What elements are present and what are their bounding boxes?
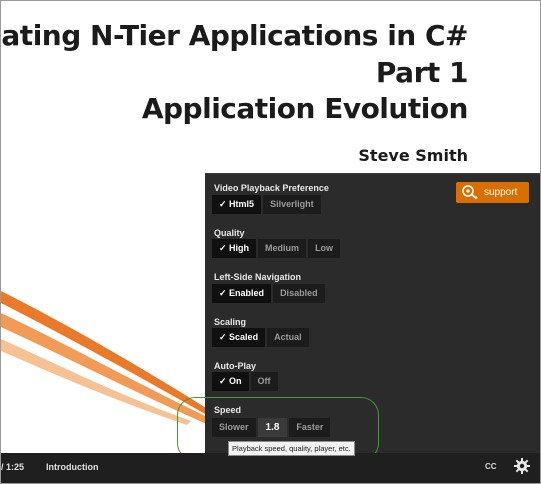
player-frame: Creating N-Tier Applications in C# Part …: [0, 0, 541, 484]
settings-panel: support Video Playback Preference Html5 …: [205, 173, 540, 454]
speed-faster-button[interactable]: Faster: [289, 418, 331, 437]
speed-slower-button[interactable]: Slower: [212, 418, 256, 437]
quality-options: High Medium Low: [212, 239, 341, 258]
speed-tooltip: Playback speed, quality, player, etc.: [228, 441, 355, 456]
speed-controls: Slower 1.8 Faster: [212, 418, 331, 437]
option-disabled[interactable]: Disabled: [273, 284, 325, 303]
gear-icon[interactable]: [514, 458, 530, 474]
speed-value: 1.8: [257, 418, 288, 437]
option-on[interactable]: On: [212, 372, 249, 391]
auto-play-options: On Off: [212, 372, 278, 391]
section-label-quality: Quality: [214, 228, 245, 238]
option-enabled[interactable]: Enabled: [212, 284, 272, 303]
option-silverlight[interactable]: Silverlight: [263, 195, 321, 214]
support-icon: [462, 185, 478, 200]
left-side-navigation-options: Enabled Disabled: [212, 284, 325, 303]
section-label-auto-play: Auto-Play: [214, 361, 257, 371]
option-off[interactable]: Off: [250, 372, 278, 391]
closed-captions-button[interactable]: CC: [485, 462, 497, 471]
support-label: support: [484, 187, 518, 198]
option-medium[interactable]: Medium: [258, 239, 307, 258]
section-label-left-side-navigation: Left-Side Navigation: [214, 272, 302, 282]
option-high[interactable]: High: [212, 239, 257, 258]
section-label-scaling: Scaling: [214, 317, 247, 327]
section-label-playback-preference: Video Playback Preference: [214, 183, 329, 193]
option-scaled[interactable]: Scaled: [212, 328, 266, 347]
option-actual[interactable]: Actual: [267, 328, 309, 347]
option-low[interactable]: Low: [308, 239, 341, 258]
support-button[interactable]: support: [456, 182, 529, 203]
option-html5[interactable]: Html5: [212, 195, 262, 214]
scaling-options: Scaled Actual: [212, 328, 309, 347]
section-label-speed: Speed: [214, 405, 242, 415]
playback-preference-options: Html5 Silverlight: [212, 195, 321, 214]
playback-time: / 1:25: [1, 462, 25, 472]
player-control-bar: / 1:25 Introduction CC: [1, 453, 540, 483]
current-module-title[interactable]: Introduction: [46, 462, 99, 472]
